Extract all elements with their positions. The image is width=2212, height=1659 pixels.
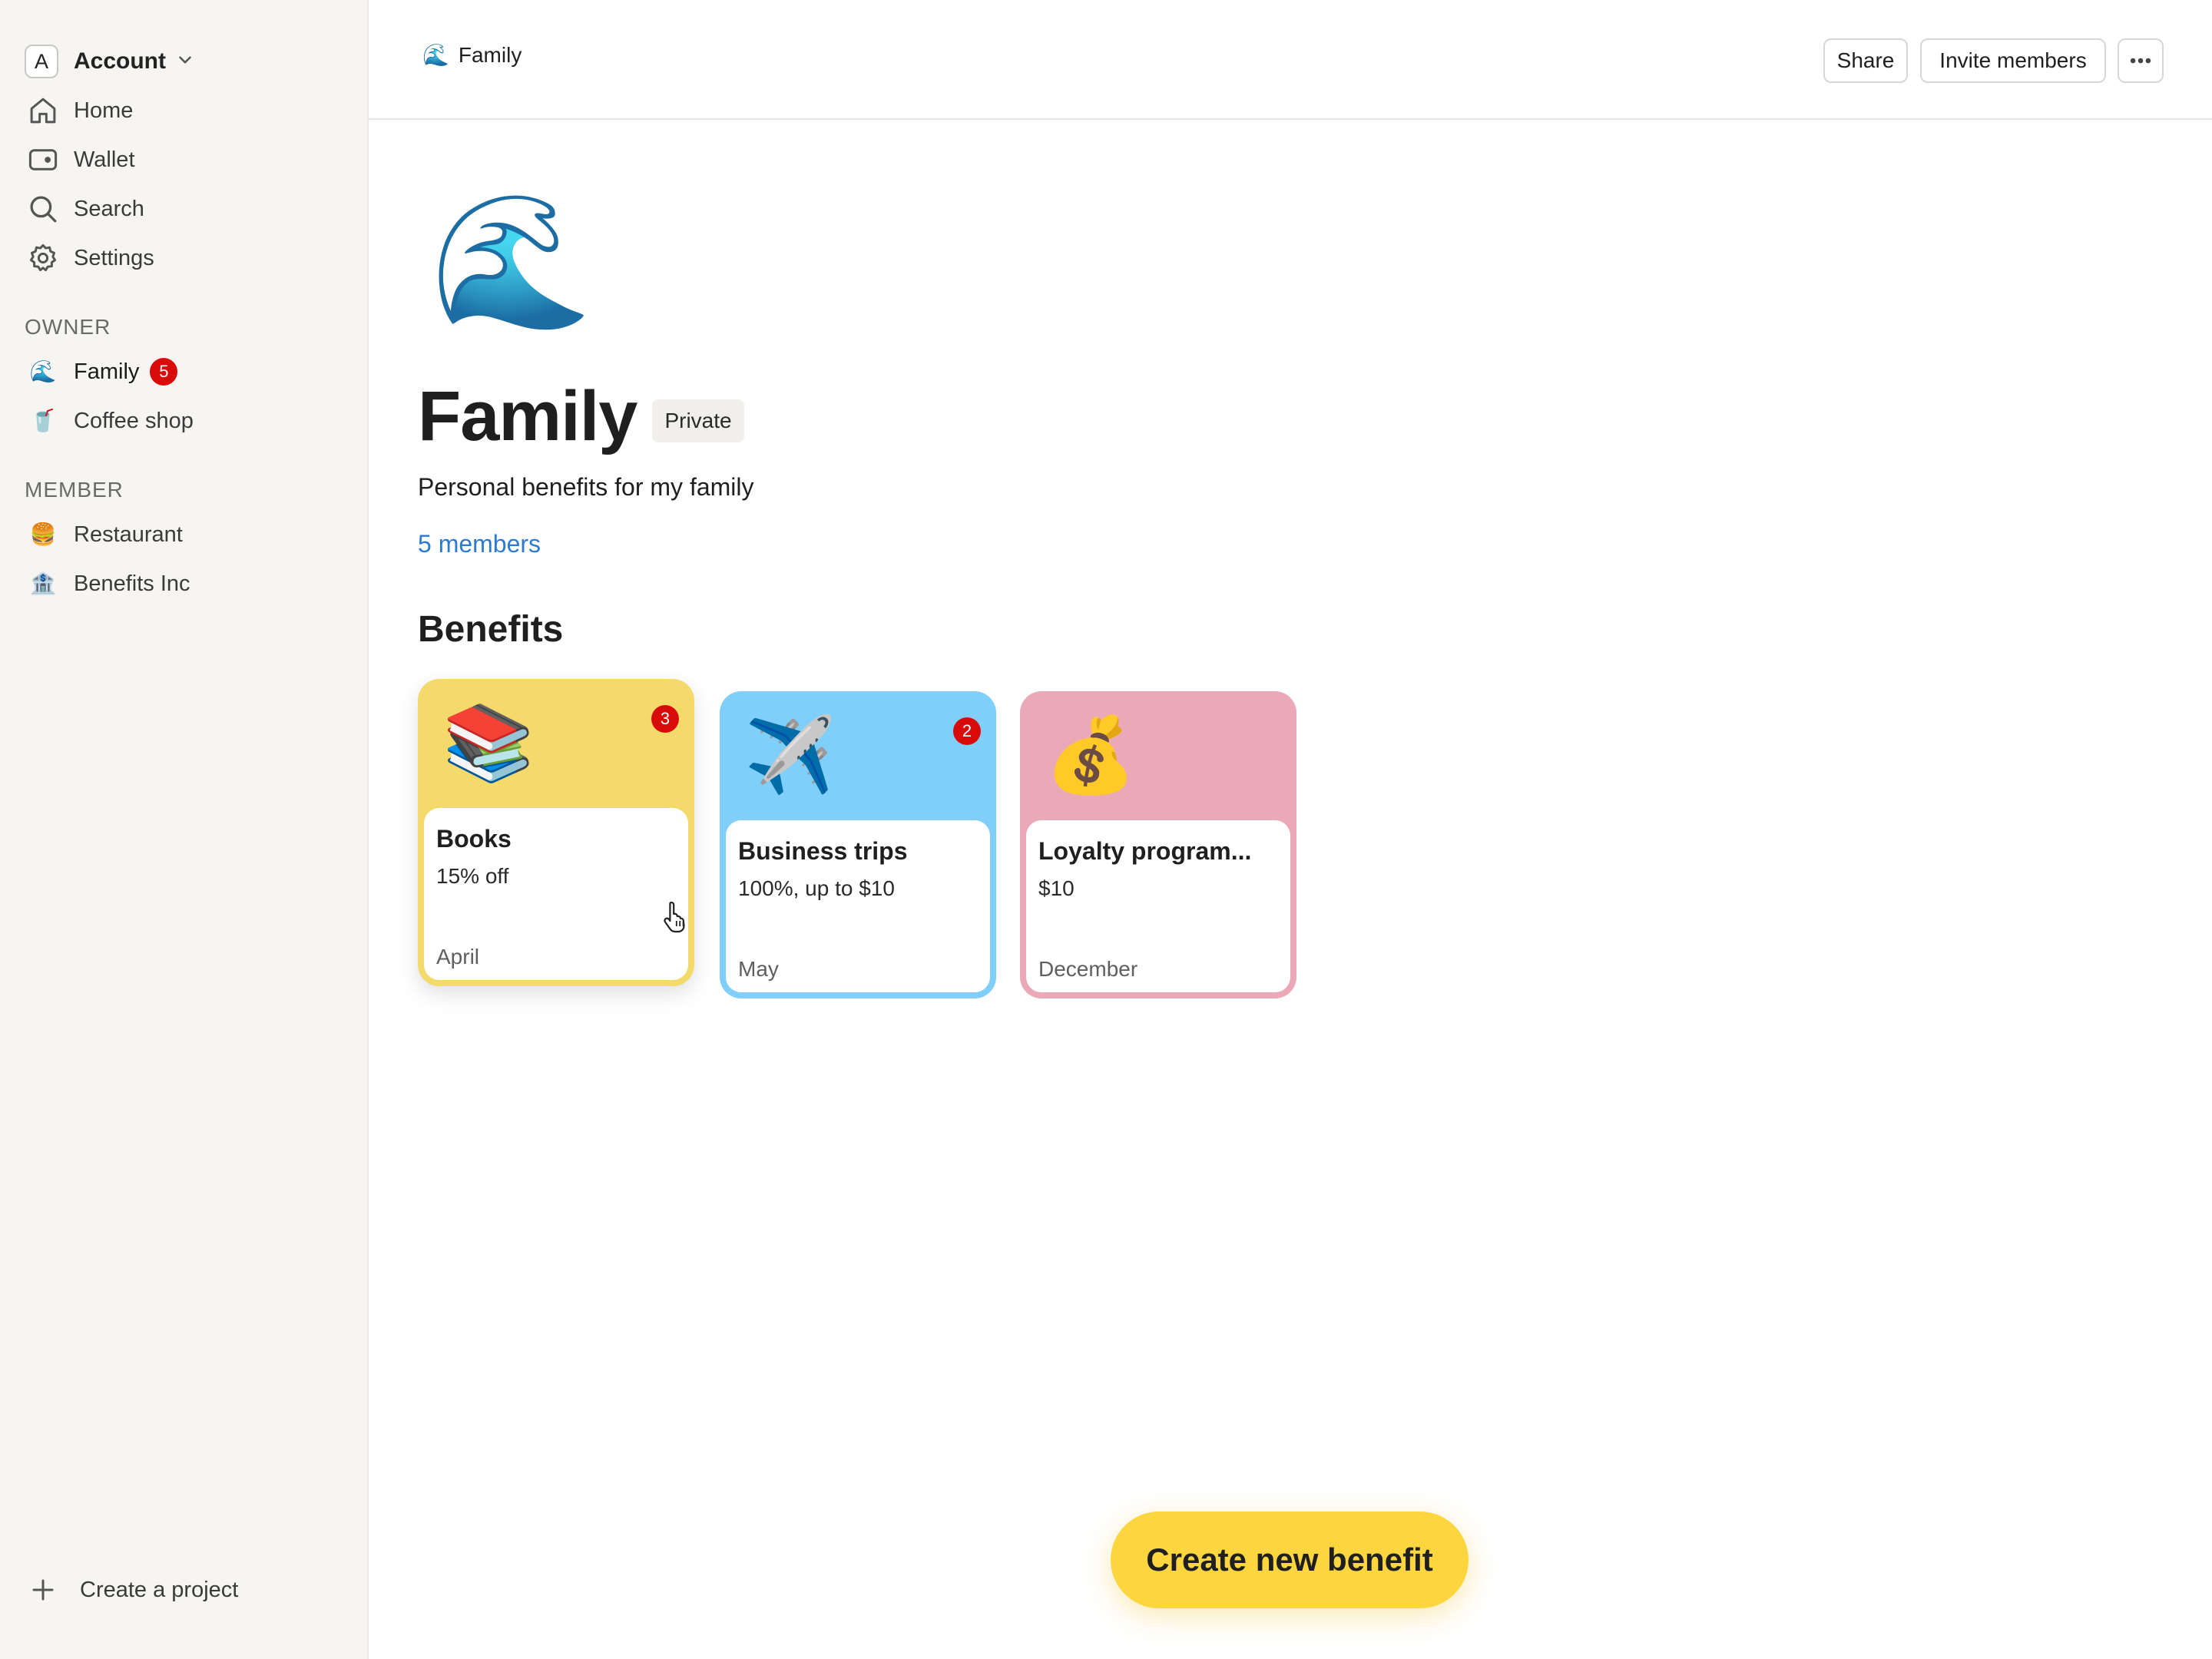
benefits-heading: Benefits [418, 609, 564, 650]
sidebar-item-label: Benefits Inc [74, 571, 190, 596]
books-icon: 📚 [442, 702, 535, 784]
card-month: December [1038, 957, 1138, 981]
title-row: Family Private [418, 376, 744, 457]
search-icon [25, 190, 61, 227]
sidebar-item-coffee-shop[interactable]: 🥤 Coffee shop [25, 399, 194, 442]
money-bag-icon: 💰 [1045, 714, 1137, 796]
wallet-icon [25, 141, 61, 178]
page-title: Family [418, 377, 637, 455]
members-link[interactable]: 5 members [418, 530, 541, 558]
notification-badge: 2 [953, 717, 981, 745]
sidebar-item-search[interactable]: Search [25, 187, 144, 230]
notification-badge: 5 [150, 358, 178, 386]
sidebar-item-benefits-inc[interactable]: 🏦 Benefits Inc [25, 562, 190, 605]
create-new-benefit-button[interactable]: Create new benefit [1111, 1512, 1469, 1608]
member-section-heading: MEMBER [25, 478, 124, 502]
airplane-icon: ✈️ [744, 714, 836, 796]
bank-icon: 🏦 [29, 571, 57, 595]
project-emoji: 🌊 [430, 189, 593, 335]
wave-icon: 🌊 [422, 43, 449, 67]
card-month: April [436, 945, 480, 969]
sidebar-item-restaurant[interactable]: 🍔 Restaurant [25, 513, 183, 556]
plus-icon [32, 1579, 54, 1601]
breadcrumb-label: Family [458, 43, 522, 67]
card-title: Business trips [738, 837, 908, 865]
more-options-button[interactable] [2118, 38, 2164, 83]
top-bar: 🌊 Family Share Invite members [369, 0, 2212, 120]
owner-section-heading: OWNER [25, 315, 111, 339]
create-project-button[interactable]: Create a project [25, 1576, 238, 1604]
sidebar-item-label: Restaurant [74, 522, 183, 547]
card-body: Loyalty program... $10 December [1026, 820, 1290, 992]
sidebar-item-settings[interactable]: Settings [25, 237, 154, 280]
card-subtitle: 15% off [436, 864, 509, 888]
wave-icon: 🌊 [29, 359, 57, 383]
benefit-card-loyalty-program[interactable]: 💰 Loyalty program... $10 December [1020, 691, 1296, 998]
card-title: Loyalty program... [1038, 837, 1252, 865]
create-project-label: Create a project [80, 1577, 239, 1602]
sidebar-item-label: Search [74, 196, 144, 221]
home-icon [25, 92, 61, 129]
gear-icon [25, 240, 61, 276]
account-switcher[interactable]: A Account [25, 40, 195, 83]
project-description: Personal benefits for my family [418, 473, 754, 501]
benefit-card-business-trips[interactable]: ✈️ 2 Business trips 100%, up to $10 May [720, 691, 996, 998]
cup-icon: 🥤 [29, 409, 57, 432]
card-subtitle: $10 [1038, 876, 1075, 900]
sidebar-item-home[interactable]: Home [25, 89, 133, 132]
account-label: Account [74, 48, 166, 74]
card-header: ✈️ 2 [726, 697, 990, 820]
card-subtitle: 100%, up to $10 [738, 876, 895, 900]
benefit-card-books[interactable]: 📚 3 Books 15% off April [418, 679, 694, 986]
sidebar-item-label: Settings [74, 245, 154, 270]
burger-icon: 🍔 [29, 522, 57, 546]
sidebar-item-label: Wallet [74, 147, 135, 172]
notification-badge: 3 [651, 705, 679, 733]
card-header: 💰 [1026, 697, 1290, 820]
sidebar: A Account Home Wallet Search Settings OW… [0, 0, 369, 1659]
sidebar-item-label: Family [74, 359, 140, 384]
card-header: 📚 3 [424, 685, 688, 808]
card-body: Business trips 100%, up to $10 May [726, 820, 990, 992]
sidebar-item-label: Home [74, 98, 134, 123]
breadcrumb[interactable]: 🌊 Family [422, 43, 522, 68]
invite-members-button[interactable]: Invite members [1920, 38, 2106, 83]
chevron-down-icon [166, 47, 195, 76]
card-month: May [738, 957, 779, 981]
sidebar-item-wallet[interactable]: Wallet [25, 138, 135, 181]
sidebar-item-label: Coffee shop [74, 408, 194, 433]
share-button[interactable]: Share [1823, 38, 1908, 83]
sidebar-item-family[interactable]: 🌊 Family 5 [25, 350, 178, 393]
more-icon [2130, 58, 2151, 64]
card-title: Books [436, 825, 512, 853]
visibility-tag: Private [652, 399, 744, 442]
card-body: Books 15% off April [424, 808, 688, 980]
hand-cursor-icon [664, 901, 685, 933]
account-avatar: A [25, 45, 58, 78]
